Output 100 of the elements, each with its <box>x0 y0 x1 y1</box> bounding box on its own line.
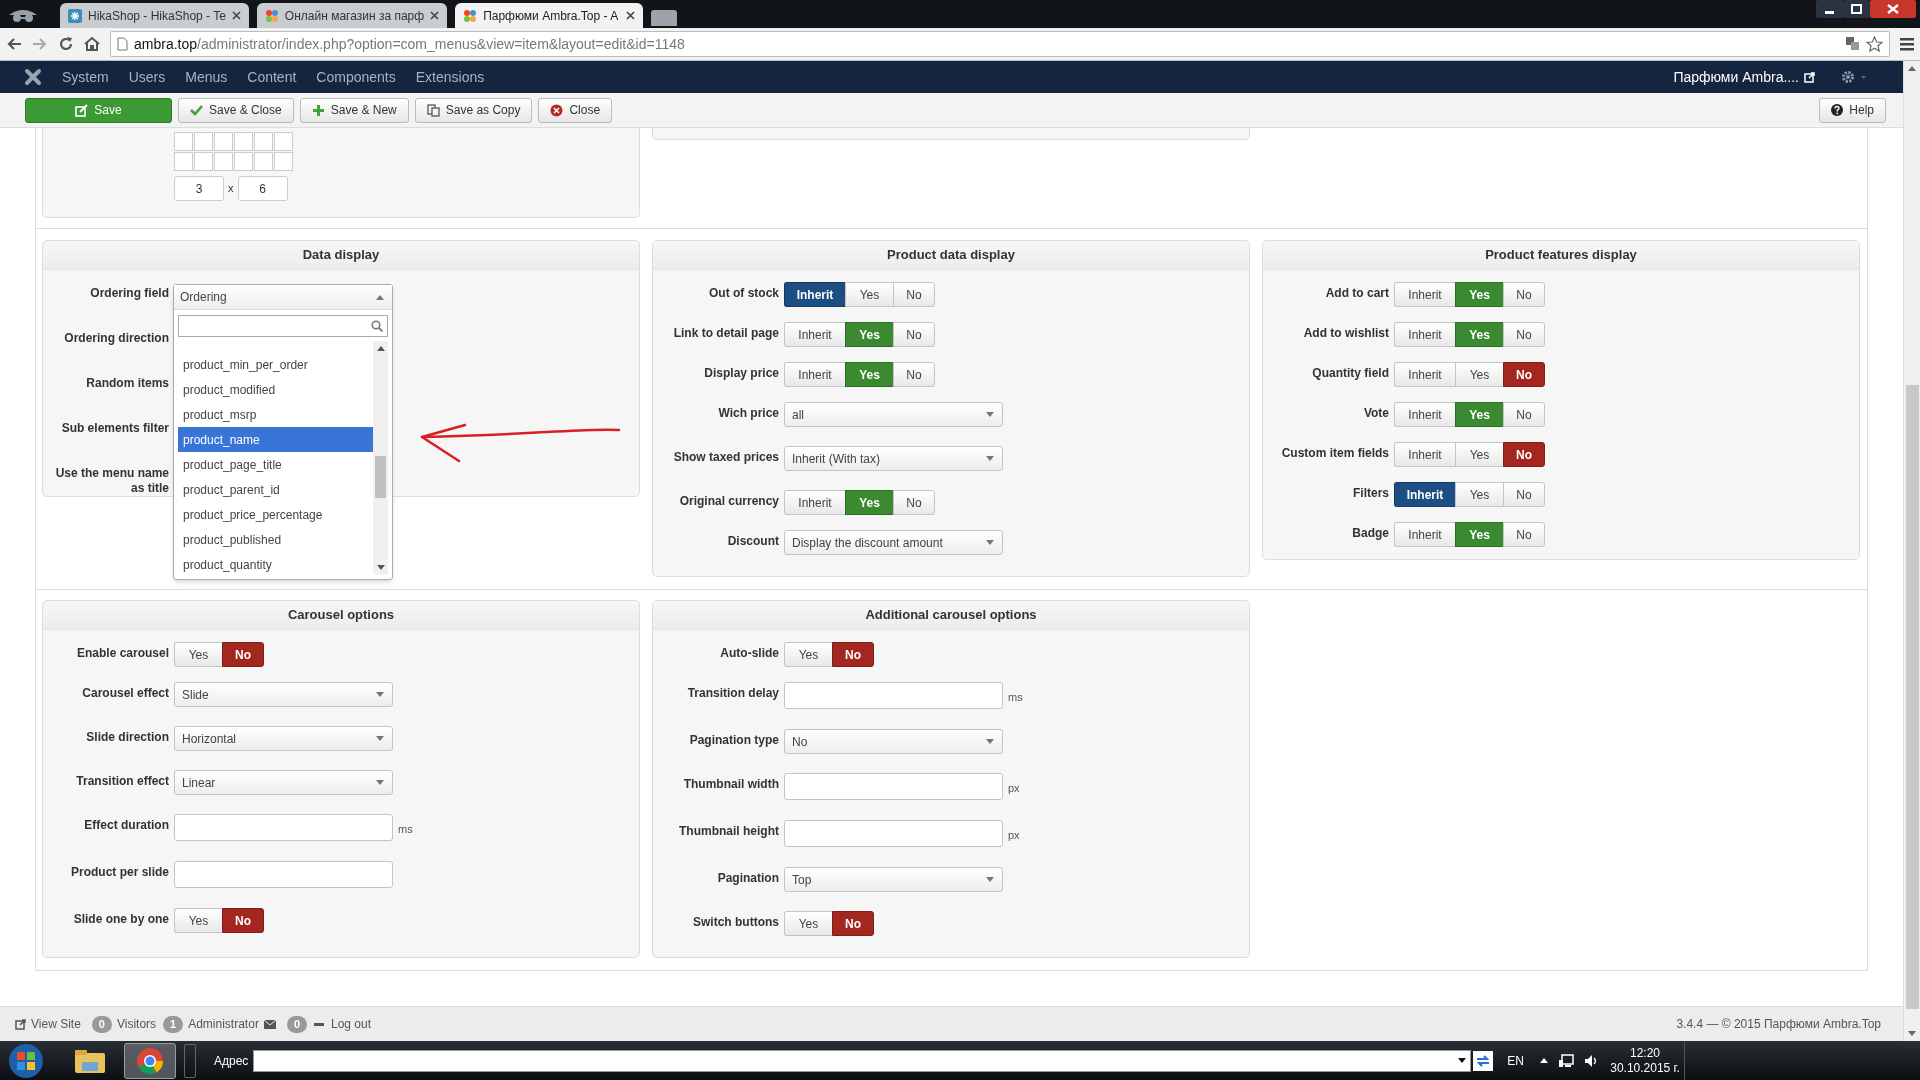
toggle-option[interactable]: Inherit <box>1394 362 1455 387</box>
external-link-icon[interactable] <box>15 1018 26 1030</box>
reload-icon[interactable] <box>58 36 74 52</box>
toolbar-button[interactable]: Save & New <box>299 97 409 123</box>
input-field[interactable] <box>784 820 1003 847</box>
menu-icon[interactable] <box>1900 37 1914 51</box>
nav-menu-item[interactable]: System <box>52 66 119 88</box>
close-icon[interactable] <box>430 11 440 20</box>
language-indicator[interactable]: EN <box>1507 1051 1525 1070</box>
search-field[interactable] <box>178 315 388 337</box>
site-link[interactable]: Парфюми Ambra.... <box>1673 66 1799 88</box>
dropdown-option[interactable]: product_quantity <box>178 552 373 575</box>
dropdown-option[interactable]: product_msrp <box>178 402 373 427</box>
select-field[interactable]: Inherit (With tax) <box>784 446 1003 471</box>
translate-icon[interactable] <box>1846 37 1860 51</box>
toggle-option[interactable]: Yes <box>1455 322 1503 347</box>
select-field[interactable]: Top <box>784 867 1003 892</box>
nav-menu-item[interactable]: Components <box>306 66 406 88</box>
scroll-thumb[interactable] <box>375 456 386 498</box>
select-field[interactable]: No <box>784 729 1003 754</box>
select-field[interactable]: Slide <box>174 682 393 707</box>
scroll-thumb[interactable] <box>1905 385 1919 1009</box>
toggle-option[interactable]: No <box>893 282 935 307</box>
toggle-option[interactable]: No <box>1503 402 1545 427</box>
input-field[interactable] <box>784 773 1003 800</box>
input-field[interactable] <box>174 861 393 888</box>
scroll-up-icon[interactable] <box>376 346 385 351</box>
toggle-option[interactable]: Yes <box>845 322 893 347</box>
input-field[interactable]: 6 <box>237 176 288 201</box>
select-field[interactable]: Horizontal <box>174 726 393 751</box>
toggle-option[interactable]: No <box>1503 482 1545 507</box>
address-field[interactable] <box>253 1049 1472 1072</box>
volume-icon[interactable] <box>1584 1053 1599 1068</box>
scrollbar[interactable] <box>1903 61 1920 1041</box>
view-site-link[interactable]: View Site <box>31 1015 81 1033</box>
toggle-option[interactable]: No <box>222 908 264 933</box>
toggle-option[interactable]: No <box>832 911 874 936</box>
new-tab-button[interactable] <box>651 10 678 26</box>
toggle-option[interactable]: Inherit <box>1394 322 1455 347</box>
dropdown-option[interactable]: product_page_title <box>178 452 373 477</box>
toggle-option[interactable]: No <box>893 322 935 347</box>
dropdown-option[interactable]: product_min_per_order <box>178 352 373 377</box>
input-field[interactable]: 3 <box>174 176 224 201</box>
toggle-option[interactable]: Inherit <box>1394 442 1455 467</box>
toolbar-button[interactable]: Save as Copy <box>414 97 533 123</box>
start-button-icon[interactable] <box>8 1042 44 1079</box>
toggle-option[interactable]: Yes <box>1455 362 1503 387</box>
toolbar-button[interactable]: Close <box>538 97 613 123</box>
browser-tab[interactable]: HikaShop - HikaShop - Te <box>60 3 249 28</box>
toggle-option[interactable]: Yes <box>784 911 832 936</box>
back-icon[interactable] <box>6 36 22 52</box>
toggle-option[interactable]: Inherit <box>1394 282 1455 307</box>
home-icon[interactable] <box>84 36 100 52</box>
toggle-option[interactable]: Inherit <box>784 362 845 387</box>
nav-menu-item[interactable]: Users <box>118 66 176 88</box>
toggle-option[interactable]: No <box>1503 282 1545 307</box>
toggle-option[interactable]: Yes <box>1455 482 1503 507</box>
select-field[interactable]: Linear <box>174 770 393 795</box>
toggle-option[interactable]: No <box>893 490 935 515</box>
dropdown-option[interactable]: product_parent_id <box>178 477 373 502</box>
dropdown-option[interactable]: product_price_percentage <box>178 502 373 527</box>
toggle-option[interactable]: Inherit <box>1394 402 1455 427</box>
address-field[interactable]: ambra.top/administrator/index.php?option=com_menus&view=item&layout=edit&id=1148 <box>110 31 1890 57</box>
nav-menu-item[interactable]: Menus <box>175 66 238 88</box>
dropdown-option[interactable]: product_modified <box>178 377 373 402</box>
joomla-logo-icon[interactable] <box>24 68 42 86</box>
select-field[interactable]: all <box>784 402 1003 427</box>
browser-tab[interactable]: Парфюми Ambra.Top - A <box>455 3 644 28</box>
scroll-down-icon[interactable] <box>1908 1031 1916 1036</box>
scrollbar[interactable] <box>373 341 388 575</box>
toggle-option[interactable]: Yes <box>1455 442 1503 467</box>
show-hidden-icons-icon[interactable] <box>1540 1058 1549 1063</box>
settings-icon[interactable] <box>1841 70 1867 84</box>
toggle-option[interactable]: Inherit <box>784 322 845 347</box>
toggle-option[interactable]: No <box>1503 322 1545 347</box>
input-field[interactable] <box>174 814 393 841</box>
toggle-option[interactable]: No <box>893 362 935 387</box>
toggle-option[interactable]: Inherit <box>1394 522 1455 547</box>
toolbar-scroller[interactable] <box>184 1043 196 1078</box>
help-button[interactable]: Help <box>1819 97 1886 123</box>
toggle-option[interactable]: Yes <box>174 908 222 933</box>
go-icon[interactable] <box>1473 1050 1494 1071</box>
select-field[interactable]: Ordering <box>174 285 392 310</box>
toolbar-button[interactable]: Save <box>25 97 172 123</box>
toggle-option[interactable]: Yes <box>845 362 893 387</box>
close-icon[interactable] <box>1870 0 1916 18</box>
network-icon[interactable] <box>1558 1053 1575 1068</box>
toggle-option[interactable]: No <box>1503 442 1545 467</box>
toggle-option[interactable]: Yes <box>174 642 222 667</box>
dropdown-option[interactable]: product_name <box>178 427 373 452</box>
toggle-option[interactable]: Yes <box>1455 402 1503 427</box>
toolbar-button[interactable]: Save & Close <box>178 97 294 123</box>
star-icon[interactable] <box>1866 36 1883 52</box>
clock[interactable]: 12:20 30.10.2015 г. <box>1612 1045 1679 1076</box>
logout-link[interactable]: Log out <box>331 1015 372 1033</box>
nav-menu-item[interactable]: Extensions <box>405 66 495 88</box>
toggle-option[interactable]: No <box>222 642 264 667</box>
toggle-option[interactable]: Yes <box>1455 522 1503 547</box>
toggle-option[interactable]: Yes <box>845 490 893 515</box>
nav-menu-item[interactable]: Content <box>237 66 307 88</box>
